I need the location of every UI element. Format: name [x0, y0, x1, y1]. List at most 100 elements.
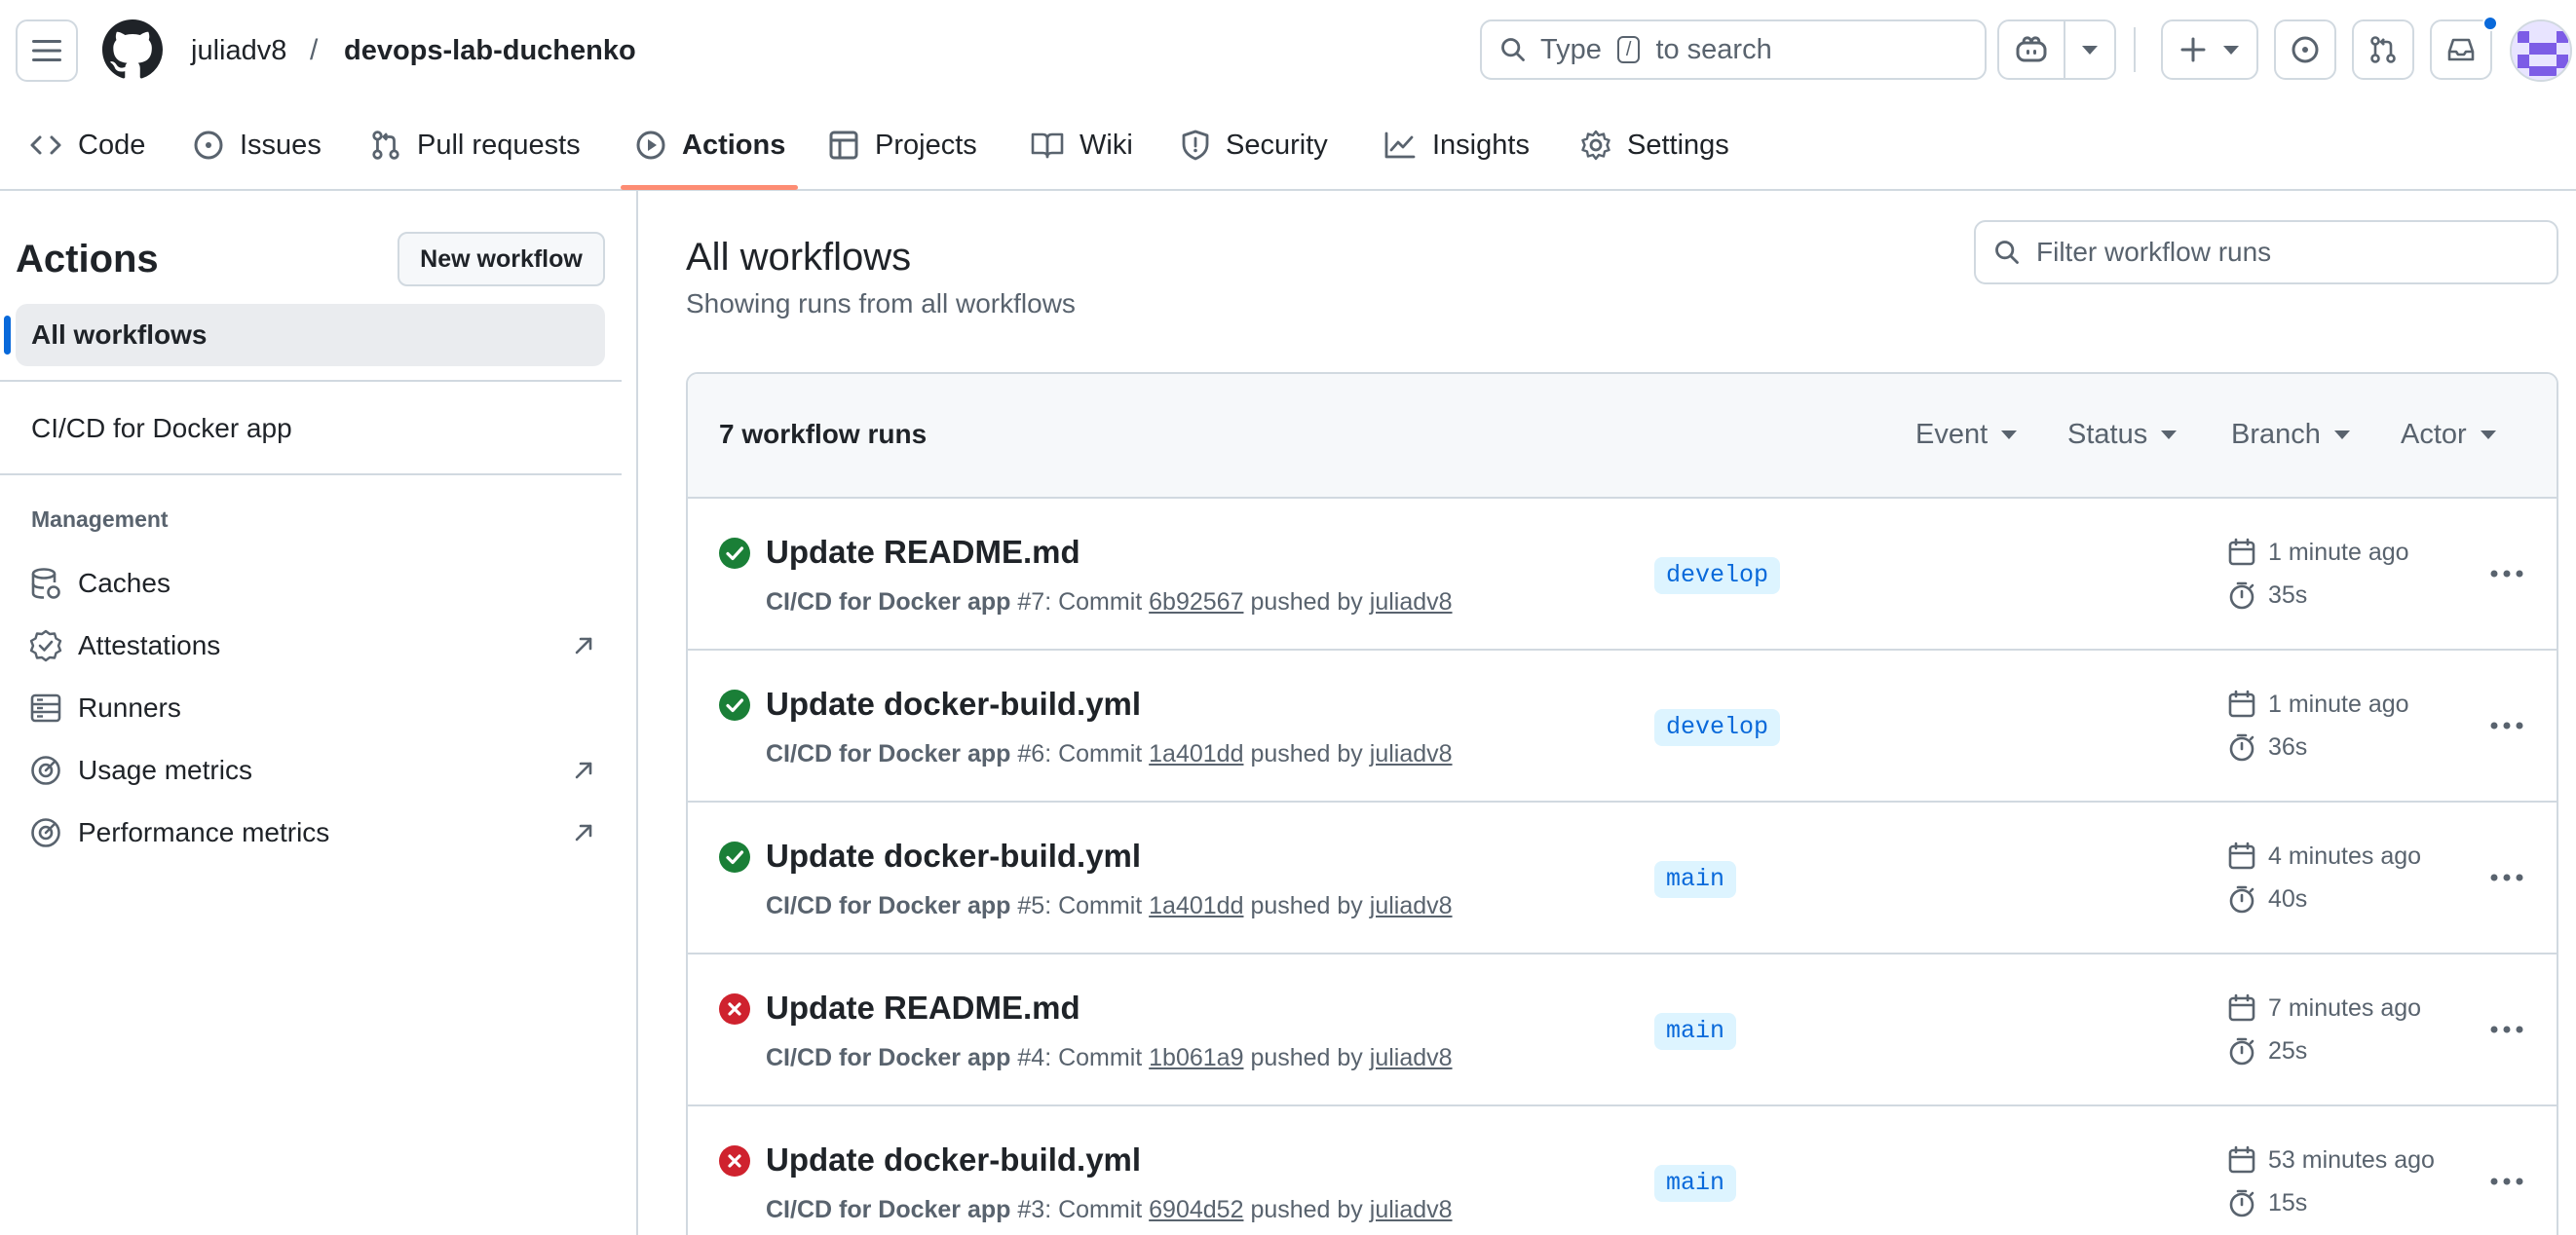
tab-pull-requests[interactable]: Pull requests [370, 101, 581, 189]
branch-label[interactable]: develop [1654, 709, 1781, 746]
workflow-run-row[interactable]: Update docker-build.yml CI/CD for Docker… [688, 1106, 2557, 1235]
actor-link[interactable]: juliadv8 [1370, 1196, 1453, 1223]
stopwatch-icon [2229, 1037, 2254, 1066]
chevron-down-icon [2480, 430, 2496, 439]
run-title-link[interactable]: Update README.md [766, 534, 1080, 571]
run-menu-button[interactable] [2482, 701, 2531, 750]
branch-filter-label: Branch [2231, 419, 2321, 450]
chevron-down-icon [2223, 45, 2239, 55]
commit-sha-link[interactable]: 6904d52 [1149, 1196, 1243, 1223]
workflow-run-row[interactable]: Update docker-build.yml CI/CD for Docker… [688, 651, 2557, 803]
repo-name-link[interactable]: devops-lab-duchenko [344, 29, 636, 72]
tab-insights[interactable]: Insights [1383, 101, 1530, 189]
run-menu-button[interactable] [2482, 549, 2531, 598]
inbox-button[interactable] [2430, 19, 2492, 80]
repo-navigation: Code Issues Pull requests Actions Projec… [0, 101, 2576, 191]
actor-link[interactable]: juliadv8 [1370, 1044, 1453, 1071]
run-duration: 35s [2227, 580, 2307, 610]
tab-wiki[interactable]: Wiki [1031, 101, 1133, 189]
run-menu-button[interactable] [2482, 1157, 2531, 1206]
create-new-button[interactable] [2161, 19, 2258, 80]
status-filter-dropdown[interactable]: Status [2067, 419, 2178, 451]
sidebar-item-attestations[interactable]: Attestations [29, 621, 594, 670]
workflow-run-row[interactable]: Update README.md CI/CD for Docker app #7… [688, 499, 2557, 651]
tab-projects[interactable]: Projects [828, 101, 977, 189]
actor-link[interactable]: juliadv8 [1370, 588, 1453, 616]
branch-filter-dropdown[interactable]: Branch [2231, 419, 2350, 451]
workflow-run-row[interactable]: Update docker-build.yml CI/CD for Docker… [688, 803, 2557, 954]
commit-sha-link[interactable]: 1a401dd [1149, 892, 1243, 919]
run-meta: CI/CD for Docker app #3: Commit 6904d52 … [766, 1196, 1453, 1224]
copilot-menu-button[interactable] [2064, 19, 2116, 80]
run-duration: 25s [2227, 1036, 2307, 1066]
link-external-icon [575, 637, 592, 655]
sidebar-divider [0, 380, 622, 382]
commit-sha-link[interactable]: 6b92567 [1149, 588, 1243, 616]
run-menu-button[interactable] [2482, 1005, 2531, 1054]
sidebar-item-usage-metrics[interactable]: Usage metrics [29, 746, 594, 795]
tab-security[interactable]: Security [1181, 101, 1328, 189]
attestations-label: Attestations [78, 630, 221, 660]
chevron-down-icon [2001, 430, 2018, 439]
run-duration-value: 36s [2268, 732, 2308, 761]
run-duration-value: 25s [2268, 1036, 2308, 1065]
active-tab-indicator [621, 185, 798, 190]
run-menu-button[interactable] [2482, 853, 2531, 902]
copilot-button[interactable] [1997, 19, 2065, 80]
calendar-icon [2228, 538, 2255, 566]
plus-icon [2180, 37, 2206, 62]
branch-label[interactable]: main [1654, 1013, 1737, 1050]
sidebar-item-performance-metrics[interactable]: Performance metrics [29, 808, 594, 857]
tab-actions-label: Actions [682, 129, 786, 161]
sidebar-item-runners[interactable]: Runners [29, 684, 594, 732]
status-filter-label: Status [2067, 419, 2148, 450]
tab-issues-label: Issues [240, 129, 322, 161]
search-icon [1501, 38, 1525, 61]
run-title-link[interactable]: Update docker-build.yml [766, 838, 1141, 875]
tab-issues[interactable]: Issues [193, 101, 322, 189]
sidebar-item-workflow[interactable]: CI/CD for Docker app [31, 413, 292, 444]
new-workflow-button[interactable]: New workflow [398, 232, 605, 286]
repo-owner-link[interactable]: juliadv8 [191, 29, 286, 72]
global-search-input[interactable]: Type / to search [1480, 19, 1987, 80]
tab-security-label: Security [1226, 129, 1328, 161]
run-when: 1 minute ago [2268, 690, 2409, 718]
usage-metrics-label: Usage metrics [78, 755, 252, 785]
sidebar-title: Actions [16, 238, 159, 281]
commit-sha-link[interactable]: 1b061a9 [1149, 1044, 1243, 1071]
workflow-run-row[interactable]: Update README.md CI/CD for Docker app #4… [688, 954, 2557, 1106]
commit-sha-link[interactable]: 1a401dd [1149, 740, 1243, 767]
tab-projects-label: Projects [875, 129, 977, 161]
run-title-link[interactable]: Update README.md [766, 990, 1080, 1027]
event-filter-label: Event [1915, 419, 1989, 450]
run-duration-value: 40s [2268, 884, 2308, 913]
actor-filter-dropdown[interactable]: Actor [2401, 419, 2496, 451]
tab-settings[interactable]: Settings [1580, 101, 1729, 189]
branch-label[interactable]: develop [1654, 557, 1781, 594]
kebab-horizontal-icon [2490, 1178, 2523, 1185]
menu-button[interactable] [16, 19, 78, 82]
actor-link[interactable]: juliadv8 [1370, 740, 1453, 767]
issues-button[interactable] [2274, 19, 2336, 80]
path-separator: / [310, 34, 319, 66]
calendar-icon [2228, 1145, 2255, 1174]
actor-link[interactable]: juliadv8 [1370, 892, 1453, 919]
meter-icon [31, 818, 60, 847]
run-title-link[interactable]: Update docker-build.yml [766, 686, 1141, 723]
filter-workflow-runs-input[interactable]: Filter workflow runs [1974, 220, 2558, 284]
table-icon [829, 131, 858, 160]
tab-code[interactable]: Code [29, 101, 145, 189]
pull-requests-button[interactable] [2352, 19, 2414, 80]
runs-count: 7 workflow runs [719, 419, 928, 449]
event-filter-dropdown[interactable]: Event [1915, 419, 2018, 451]
page-subtitle: Showing runs from all workflows [686, 288, 1076, 318]
run-title-link[interactable]: Update docker-build.yml [766, 1141, 1141, 1179]
run-when: 1 minute ago [2268, 538, 2409, 566]
tab-actions[interactable]: Actions [635, 101, 785, 189]
branch-label[interactable]: main [1654, 861, 1737, 898]
github-logo-icon[interactable] [102, 19, 163, 80]
branch-label[interactable]: main [1654, 1165, 1737, 1202]
sidebar-item-caches[interactable]: Caches [29, 559, 594, 608]
sidebar-item-all-workflows[interactable]: All workflows [16, 304, 605, 366]
user-avatar[interactable] [2510, 19, 2572, 82]
